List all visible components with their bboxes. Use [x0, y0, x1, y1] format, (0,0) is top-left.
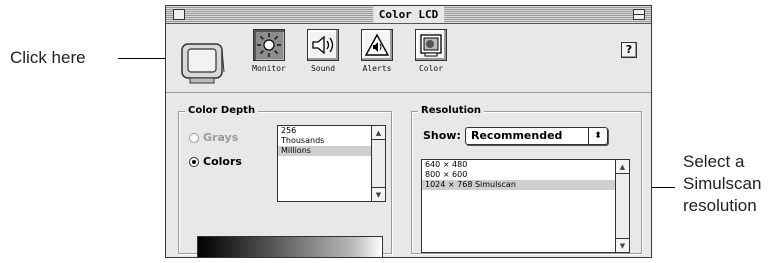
- show-label: Show:: [423, 129, 461, 142]
- radio-colors-indicator: [189, 157, 199, 167]
- sound-tool-button[interactable]: [307, 29, 339, 61]
- help-button[interactable]: ?: [621, 42, 637, 58]
- monitors-control-panel-window: Color LCD Monitor Sound Alerts Color ? C…: [165, 5, 652, 258]
- resolution-title: Resolution: [418, 104, 485, 118]
- tool-sound[interactable]: Sound: [297, 29, 349, 74]
- show-popup-value: Recommended: [471, 129, 563, 142]
- tool-label-sound: Sound: [310, 64, 336, 73]
- list-item-selected[interactable]: 1024 × 768 Simulscan: [422, 180, 629, 190]
- callout-line-3: resolution: [683, 196, 757, 215]
- callout-click-here: Click here: [10, 48, 86, 67]
- scroll-up-arrow-icon[interactable]: ▲: [372, 126, 385, 140]
- radio-colors[interactable]: Colors: [189, 155, 242, 168]
- close-box[interactable]: [173, 9, 185, 20]
- tool-color[interactable]: Color: [405, 29, 457, 74]
- resolution-group: Resolution Show: Recommended ⬍ 640 × 480…: [411, 104, 642, 254]
- callout-line-2: Simulscan: [683, 174, 762, 193]
- tool-label-monitor: Monitor: [252, 64, 286, 73]
- toolbar: Monitor Sound Alerts Color ?: [166, 24, 651, 93]
- scroll-down-arrow-icon[interactable]: ▼: [616, 238, 629, 252]
- radio-grays[interactable]: Grays: [189, 131, 238, 144]
- monitor-tool-button[interactable]: [253, 29, 285, 61]
- title-bar[interactable]: Color LCD: [166, 6, 651, 24]
- callout-select-simulscan: Select a Simulscan resolution: [683, 151, 761, 217]
- tool-label-color: Color: [418, 64, 444, 73]
- color-depth-list[interactable]: 256 Thousands Millions ▲ ▼: [277, 125, 386, 202]
- color-depth-gradient-preview: [197, 236, 383, 258]
- resolution-scrollbar[interactable]: ▲ ▼: [615, 160, 629, 252]
- monitor-icon: [181, 43, 225, 84]
- list-item[interactable]: Thousands: [278, 136, 385, 146]
- scroll-up-arrow-icon[interactable]: ▲: [616, 160, 629, 174]
- list-item-selected[interactable]: Millions: [278, 146, 385, 156]
- resolution-list[interactable]: 640 × 480 800 × 600 1024 × 768 Simulscan…: [421, 159, 630, 253]
- scroll-down-arrow-icon[interactable]: ▼: [372, 187, 385, 201]
- brightness-sun-icon: [257, 33, 281, 57]
- popup-arrows-icon: ⬍: [588, 128, 607, 144]
- show-popup-menu[interactable]: Recommended ⬍: [465, 127, 608, 145]
- alert-triangle-icon: [364, 33, 390, 56]
- list-item[interactable]: 256: [278, 126, 385, 136]
- window-title: Color LCD: [372, 6, 445, 23]
- radio-colors-label: Colors: [203, 155, 242, 168]
- tool-alerts[interactable]: Alerts: [351, 29, 403, 74]
- color-depth-title: Color Depth: [185, 104, 259, 118]
- color-monitor-icon: [420, 34, 442, 57]
- callout-line-1: Select a: [683, 152, 745, 171]
- speaker-icon: [312, 35, 334, 55]
- list-item[interactable]: 640 × 480: [422, 160, 629, 170]
- radio-grays-indicator: [189, 133, 199, 143]
- list-item[interactable]: 800 × 600: [422, 170, 629, 180]
- alerts-tool-button[interactable]: [361, 29, 393, 61]
- color-depth-group: Color Depth Grays Colors 256 Thousands M…: [178, 104, 392, 254]
- collapse-box[interactable]: [633, 9, 645, 20]
- color-depth-scrollbar[interactable]: ▲ ▼: [371, 126, 385, 201]
- tool-monitor[interactable]: Monitor: [243, 29, 295, 74]
- color-tool-button[interactable]: [415, 29, 447, 61]
- radio-grays-label: Grays: [203, 131, 239, 144]
- tool-label-alerts: Alerts: [362, 64, 392, 73]
